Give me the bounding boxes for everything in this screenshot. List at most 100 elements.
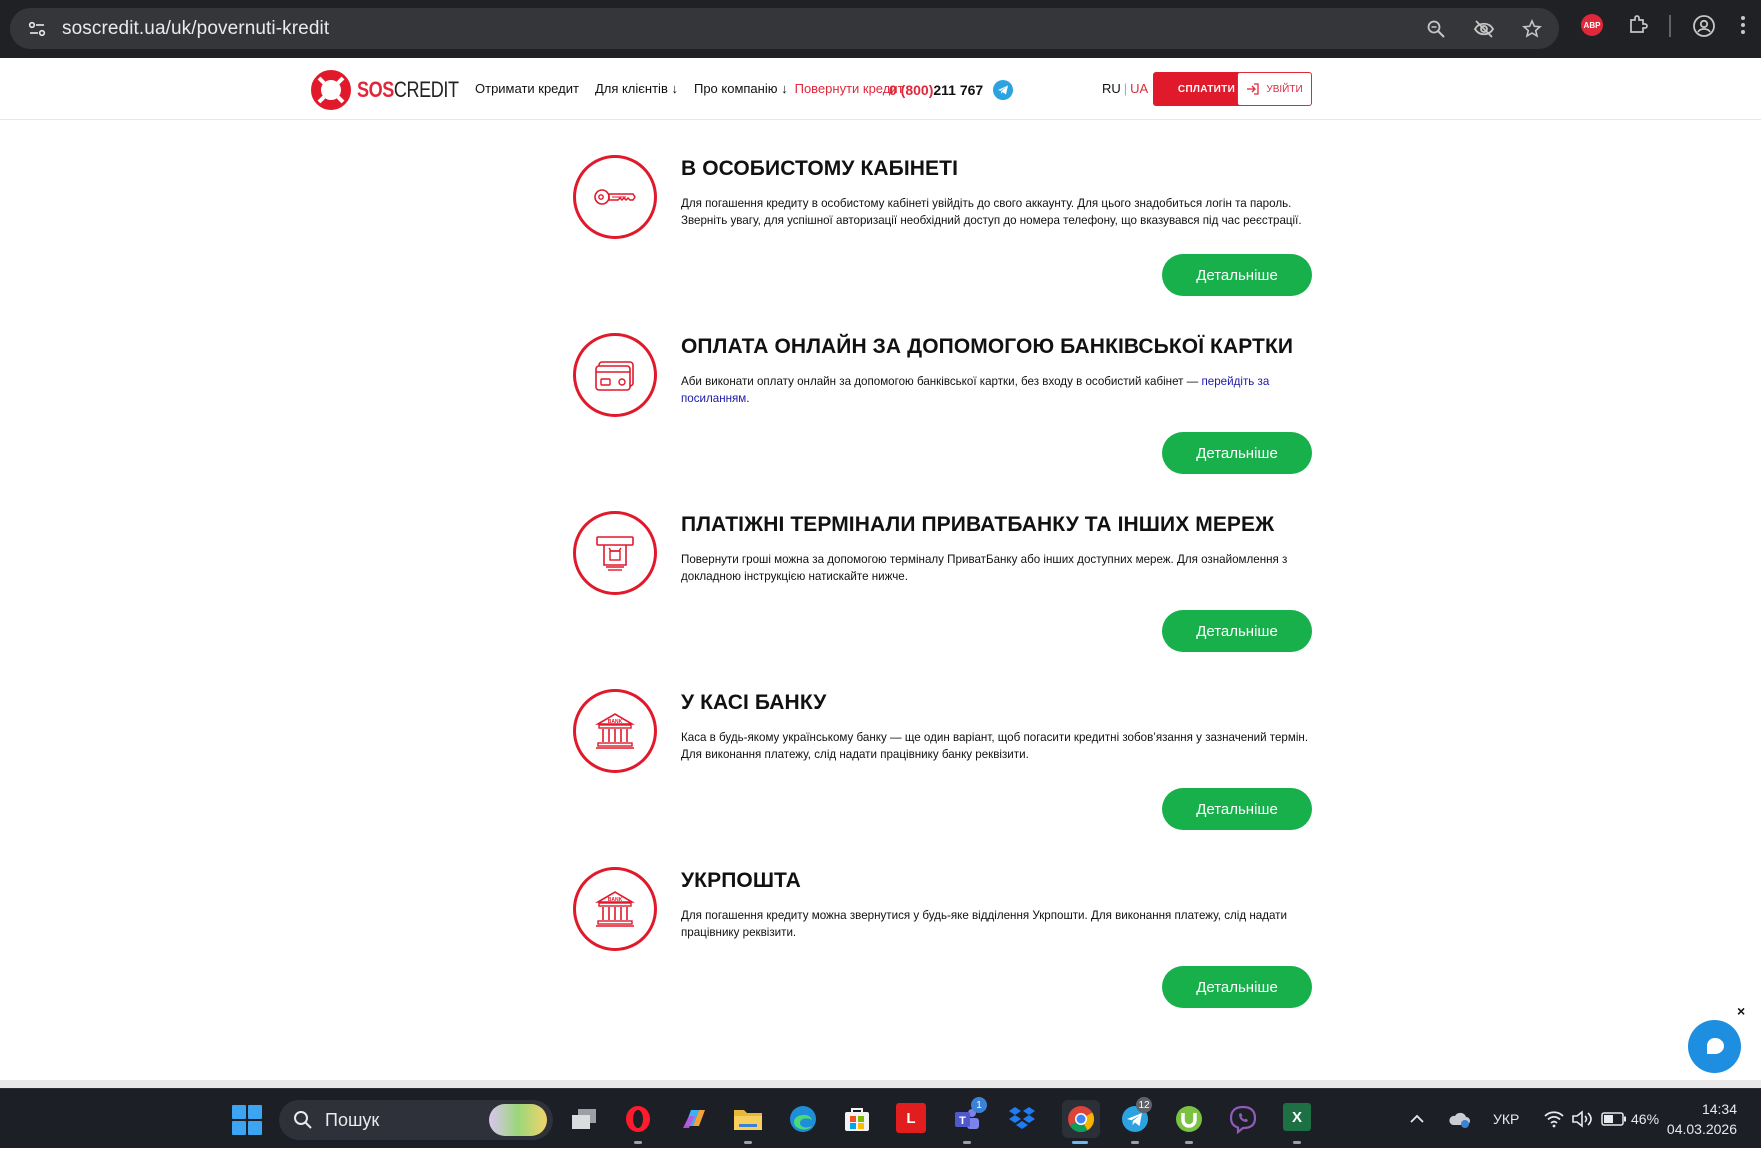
opera-browser-icon[interactable]: [622, 1103, 654, 1135]
onedrive-cloud-icon[interactable]: [1447, 1089, 1471, 1149]
running-indicator: [1293, 1141, 1301, 1144]
phone-prefix: 0 (800): [889, 82, 934, 98]
clock-date: 04.03.2026: [1666, 1121, 1737, 1137]
search-icon: [294, 1111, 312, 1129]
lang-separator: |: [1123, 81, 1128, 96]
chat-widget-button[interactable]: [1688, 1020, 1741, 1073]
bank-card-icon: [573, 333, 657, 417]
copilot-icon[interactable]: [678, 1103, 710, 1135]
site-logo[interactable]: SOSCREDIT: [309, 68, 481, 112]
bank-building-icon: BANK: [573, 689, 657, 773]
browser-toolbar: soscredit.ua/uk/povernuti-kredit ABP: [0, 0, 1761, 58]
extensions-puzzle-icon[interactable]: [1627, 14, 1649, 36]
bank-building-icon: BANK: [573, 867, 657, 951]
logo-sos: SOS: [357, 77, 394, 102]
edge-browser-icon[interactable]: [787, 1103, 819, 1135]
section-text: Для погашення кредиту в особистому кабін…: [681, 196, 1311, 229]
running-indicator: [963, 1141, 971, 1144]
search-placeholder: Пошук: [325, 1109, 380, 1130]
login-button[interactable]: УВІЙТИ: [1237, 72, 1312, 106]
details-button[interactable]: Детальніше: [1162, 966, 1312, 1008]
task-view-icon[interactable]: [568, 1103, 600, 1135]
eye-off-icon[interactable]: [1471, 16, 1497, 42]
active-indicator: [1072, 1141, 1088, 1144]
section-text-body: Каса в будь-якому українському банку — щ…: [681, 731, 1309, 761]
section-text: Для погашення кредиту можна звернутися у…: [681, 908, 1311, 941]
battery-indicator[interactable]: 46%: [1601, 1089, 1659, 1149]
volume-icon[interactable]: [1571, 1089, 1593, 1149]
phone-number[interactable]: 0 (800) 211 767: [889, 80, 1014, 100]
show-hidden-icons-chevron-icon[interactable]: [1409, 1089, 1425, 1149]
chrome-browser-icon[interactable]: [1062, 1100, 1100, 1138]
microsoft-store-icon[interactable]: [841, 1103, 873, 1135]
section-title: ПЛАТІЖНІ ТЕРМІНАЛИ ПРИВАТБАНКУ ТА ІНШИХ …: [681, 513, 1275, 536]
chat-bubble-icon: [1706, 1037, 1724, 1054]
lang-ru[interactable]: RU: [1102, 81, 1121, 96]
profile-icon[interactable]: [1692, 14, 1716, 38]
running-indicator: [1185, 1141, 1193, 1144]
language-switch: RU | UA: [1102, 81, 1148, 96]
section-title: УКРПОШТА: [681, 869, 801, 892]
windows-start-icon[interactable]: [232, 1105, 262, 1135]
logo-wordmark: SOSCREDIT: [357, 77, 459, 103]
details-button[interactable]: Детальніше: [1162, 610, 1312, 652]
wifi-icon[interactable]: [1543, 1089, 1565, 1149]
taskbar-search[interactable]: Пошук: [279, 1100, 553, 1140]
running-indicator: [634, 1141, 642, 1144]
logo-credit: CREDIT: [393, 77, 459, 102]
running-indicator: [1131, 1141, 1139, 1144]
site-header: SOSCREDIT Отримати кредит Для клієнтів ↓…: [0, 58, 1761, 120]
section-text-body: Для погашення кредиту в особистому кабін…: [681, 197, 1302, 227]
menu-kebab-icon[interactable]: [1740, 14, 1746, 36]
file-explorer-icon[interactable]: [732, 1103, 764, 1135]
teams-badge: 1: [971, 1097, 987, 1113]
viber-icon[interactable]: [1227, 1103, 1259, 1135]
keyboard-language[interactable]: УКР: [1493, 1089, 1519, 1149]
details-button[interactable]: Детальніше: [1162, 788, 1312, 830]
bookmark-star-icon[interactable]: [1519, 16, 1545, 42]
section-title: В ОСОБИСТОМУ КАБІНЕТІ: [681, 157, 959, 180]
details-button[interactable]: Детальніше: [1162, 432, 1312, 474]
terminal-icon: [573, 511, 657, 595]
toolbar-divider: [1669, 15, 1671, 37]
telegram-icon[interactable]: [993, 80, 1014, 100]
svg-text:BANK: BANK: [608, 719, 623, 725]
main-nav: Отримати кредит Для клієнтів ↓ Про компа…: [475, 81, 920, 96]
address-bar[interactable]: soscredit.ua/uk/povernuti-kredit: [10, 8, 1559, 49]
battery-icon: [1601, 1112, 1626, 1126]
nav-for-clients[interactable]: Для клієнтів ↓: [595, 81, 678, 96]
windows-taskbar: Пошук L T 1 12 X УКР 46% 14:34 04.03.202…: [0, 1088, 1761, 1148]
nav-return-credit[interactable]: Повернути кредит: [795, 81, 904, 96]
utorrent-icon[interactable]: [1173, 1103, 1205, 1135]
taskbar-clock[interactable]: 14:34 04.03.2026: [1667, 1099, 1737, 1139]
nav-about-company[interactable]: Про компанію ↓: [694, 81, 788, 96]
details-button[interactable]: Детальніше: [1162, 254, 1312, 296]
telegram-badge: 12: [1136, 1097, 1152, 1113]
key-icon: [573, 155, 657, 239]
svg-text:T: T: [959, 1115, 966, 1127]
excel-icon[interactable]: X: [1283, 1103, 1311, 1131]
nav-get-credit[interactable]: Отримати кредит: [475, 81, 579, 96]
chat-close-icon[interactable]: ×: [1737, 1003, 1745, 1019]
section-text: Повернути гроші можна за допомогою термі…: [681, 552, 1311, 585]
section-text-tail: .: [746, 391, 750, 405]
section-text-body: Для погашення кредиту можна звернутися у…: [681, 909, 1287, 939]
section-text: Каса в будь-якому українському банку — щ…: [681, 730, 1311, 763]
clock-time: 14:34: [1701, 1101, 1737, 1117]
lang-ua[interactable]: UA: [1130, 81, 1148, 96]
zoom-icon[interactable]: [1423, 16, 1449, 42]
section-title: ОПЛАТА ОНЛАЙН ЗА ДОПОМОГОЮ БАНКІВСЬКОЇ К…: [681, 335, 1294, 358]
section-text-body: Аби виконати оплату онлайн за допомогою …: [681, 375, 1202, 388]
adblock-extension-icon[interactable]: ABP: [1581, 14, 1603, 36]
section-title: У КАСІ БАНКУ: [681, 691, 827, 714]
search-highlight-image: [489, 1104, 547, 1136]
lingvo-app-icon[interactable]: L: [896, 1103, 926, 1133]
site-info-icon[interactable]: [26, 18, 48, 40]
section-text: Аби виконати оплату онлайн за допомогою …: [681, 374, 1311, 407]
url-text[interactable]: soscredit.ua/uk/povernuti-kredit: [62, 18, 329, 40]
phone-digits: 211 767: [933, 82, 984, 98]
lifebuoy-logo-icon: [311, 70, 351, 110]
svg-text:BANK: BANK: [608, 897, 623, 903]
battery-percent: 46%: [1631, 1111, 1660, 1127]
dropbox-icon[interactable]: [1006, 1103, 1038, 1135]
